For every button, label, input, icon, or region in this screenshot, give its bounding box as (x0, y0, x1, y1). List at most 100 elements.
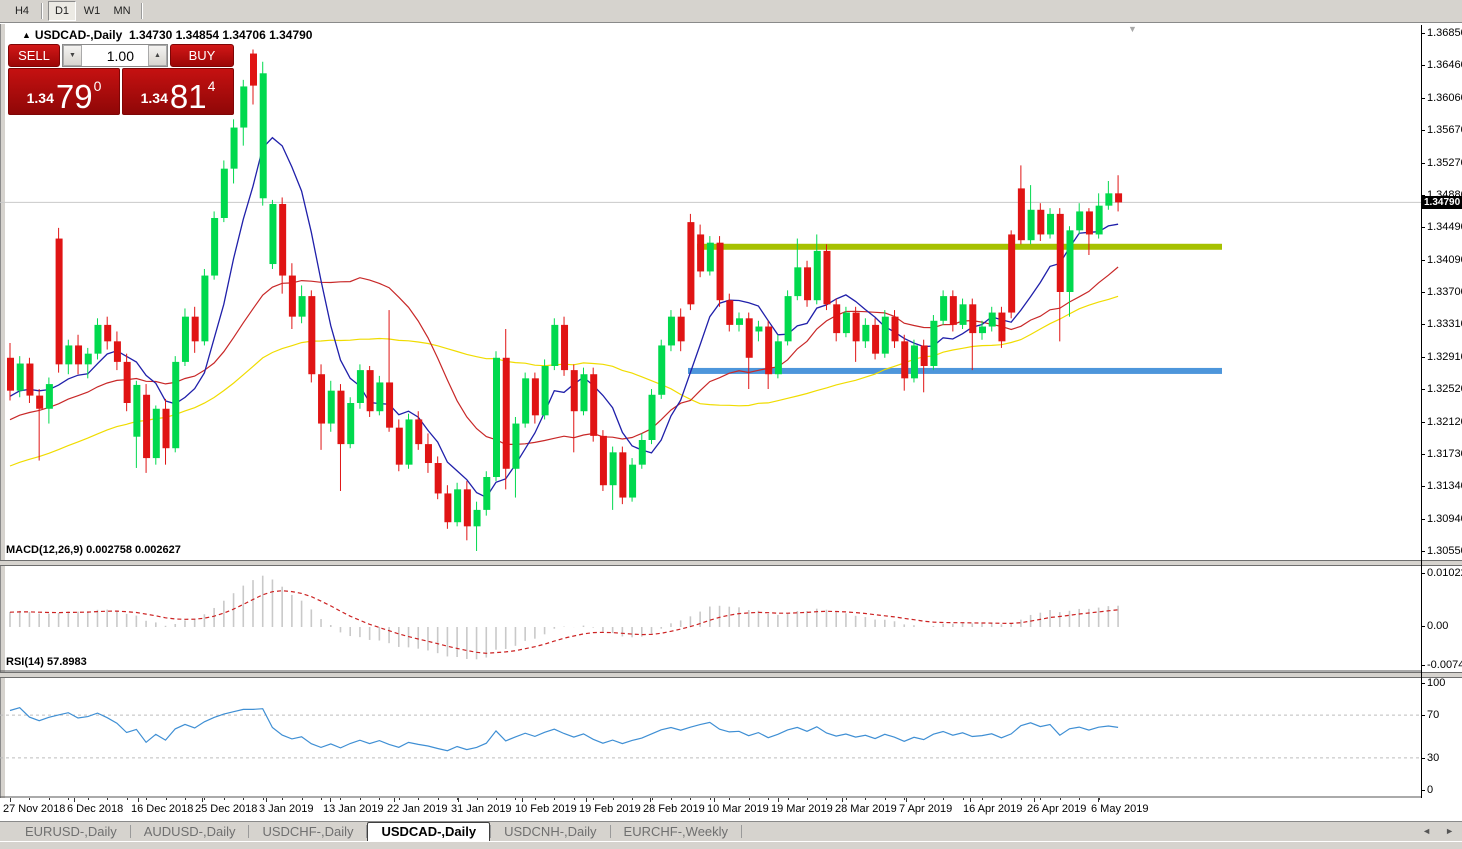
price-axis-tick (1421, 130, 1425, 132)
chart-window: ▲ USDCAD-,Daily 1.34730 1.34854 1.34706 1… (0, 24, 1462, 849)
date-axis-tick (330, 798, 331, 802)
chart-tab-eurchf[interactable]: EURCHF-,Weekly (611, 823, 742, 841)
date-axis-minor-tick (593, 798, 594, 800)
timeframe-button-mn[interactable]: MN (108, 1, 136, 21)
date-axis-minor-tick (107, 798, 108, 800)
date-axis-minor-tick (29, 798, 30, 800)
date-axis-label: 10 Feb 2019 (515, 803, 577, 815)
macd-axis-label: -0.007477 (1427, 659, 1462, 671)
current-price-badge: 1.34790 (1422, 196, 1462, 210)
sell-button[interactable]: SELL (8, 44, 60, 67)
date-axis-minor-tick (885, 798, 886, 800)
date-axis-minor-tick (457, 798, 458, 800)
date-axis-minor-tick (340, 798, 341, 800)
price-axis-label: 1.32910 (1427, 350, 1462, 363)
timeframe-button-w1[interactable]: W1 (78, 1, 106, 21)
rsi-axis-tick (1421, 758, 1425, 759)
date-axis-minor-tick (477, 798, 478, 800)
date-axis-minor-tick (690, 798, 691, 800)
timeframe-button-h4[interactable]: H4 (8, 1, 36, 21)
date-axis-minor-tick (710, 798, 711, 800)
macd-plot[interactable] (0, 566, 1421, 672)
rsi-axis-tick (1421, 790, 1425, 791)
price-axis-label: 1.34490 (1427, 221, 1462, 234)
toolbar-separator (41, 3, 43, 19)
volume-decrease-icon[interactable]: ▼ (63, 45, 82, 66)
date-axis-label: 31 Jan 2019 (451, 803, 512, 815)
date-axis-minor-tick (904, 798, 905, 800)
rsi-axis-tick (1421, 683, 1425, 684)
buy-price-sup: 4 (207, 78, 216, 94)
date-axis-minor-tick (982, 798, 983, 800)
macd-axis-tick (1421, 665, 1425, 666)
volume-stepper: ▼ ▲ (62, 44, 168, 67)
date-axis-minor-tick (88, 798, 89, 800)
date-axis-minor-tick (1021, 798, 1022, 800)
price-axis-tick (1421, 227, 1425, 229)
chart-tab-usdcad[interactable]: USDCAD-,Daily (367, 822, 491, 842)
date-axis-tick (138, 798, 139, 802)
date-axis-tick (906, 798, 907, 802)
date-axis-label: 28 Feb 2019 (643, 803, 705, 815)
date-axis-minor-tick (127, 798, 128, 800)
tab-scroll-left-icon[interactable]: ◄ (1422, 826, 1431, 836)
date-axis-minor-tick (963, 798, 964, 800)
date-axis-minor-tick (1099, 798, 1100, 800)
date-axis-minor-tick (943, 798, 944, 800)
date-axis: 27 Nov 2018 6 Dec 2018 16 Dec 2018 25 Dec 2… (0, 798, 1462, 821)
timeframe-button-d1[interactable]: D1 (48, 1, 76, 21)
date-axis-minor-tick (574, 798, 575, 800)
date-axis-minor-tick (399, 798, 400, 800)
date-axis-minor-tick (826, 798, 827, 800)
date-axis-minor-tick (846, 798, 847, 800)
date-axis-minor-tick (360, 798, 361, 800)
status-bar (0, 841, 1462, 849)
price-axis-label: 1.30550 (1427, 545, 1462, 557)
tab-separator (741, 825, 743, 838)
chart-tab-usdcnh[interactable]: USDCNH-,Daily (491, 823, 609, 841)
rsi-plot[interactable] (0, 678, 1421, 798)
date-axis-tick (74, 798, 75, 802)
date-axis-minor-tick (924, 798, 925, 800)
price-axis-label: 1.36850 (1427, 27, 1462, 39)
chart-tab-eurusd[interactable]: EURUSD-,Daily (12, 823, 130, 841)
macd-axis-tick (1421, 573, 1425, 574)
date-axis-minor-tick (204, 798, 205, 800)
date-axis-label: 19 Mar 2019 (771, 803, 833, 815)
rsi-axis-label: 100 (1427, 677, 1446, 689)
date-axis-label: 16 Dec 2018 (131, 803, 194, 815)
price-axis-tick (1421, 551, 1425, 552)
buy-price-tile[interactable]: 1.34 81 4 (122, 68, 234, 115)
sell-price-tile[interactable]: 1.34 79 0 (8, 68, 120, 115)
price-axis-label: 1.35270 (1427, 156, 1462, 169)
date-axis-minor-tick (302, 798, 303, 800)
price-axis-border (1421, 25, 1422, 821)
date-axis-label: 13 Jan 2019 (323, 803, 384, 815)
tab-scroll-right-icon[interactable]: ► (1445, 826, 1454, 836)
price-axis-label: 1.36460 (1427, 59, 1462, 72)
date-axis-minor-tick (788, 798, 789, 800)
price-axis-label: 1.36060 (1427, 91, 1462, 104)
date-axis-minor-tick (379, 798, 380, 800)
chart-tab-usdchf[interactable]: USDCHF-,Daily (249, 823, 366, 841)
date-axis-tick (970, 798, 971, 802)
buy-button[interactable]: BUY (170, 44, 234, 67)
date-axis-minor-tick (1060, 798, 1061, 800)
date-axis-minor-tick (865, 798, 866, 800)
rsi-label: RSI(14) 57.8983 (6, 656, 87, 668)
sell-price-sup: 0 (93, 78, 102, 94)
date-axis-tick (522, 798, 523, 802)
chart-tab-bar: EURUSD-,Daily AUDUSD-,Daily USDCHF-,Daily U… (0, 821, 1462, 842)
date-axis-label: 27 Nov 2018 (3, 803, 66, 815)
date-axis-tick (202, 798, 203, 802)
date-axis-minor-tick (68, 798, 69, 800)
volume-increase-icon[interactable]: ▲ (148, 45, 167, 66)
price-axis-label: 1.32520 (1427, 383, 1462, 396)
price-axis-tick (1421, 389, 1425, 391)
price-axis-tick (1421, 356, 1425, 358)
chart-tab-audusd[interactable]: AUDUSD-,Daily (131, 823, 249, 841)
volume-input[interactable] (82, 45, 148, 66)
date-axis-label: 7 Apr 2019 (899, 803, 953, 815)
buy-price-big: 81 (169, 77, 207, 115)
date-axis-tick (650, 798, 651, 802)
